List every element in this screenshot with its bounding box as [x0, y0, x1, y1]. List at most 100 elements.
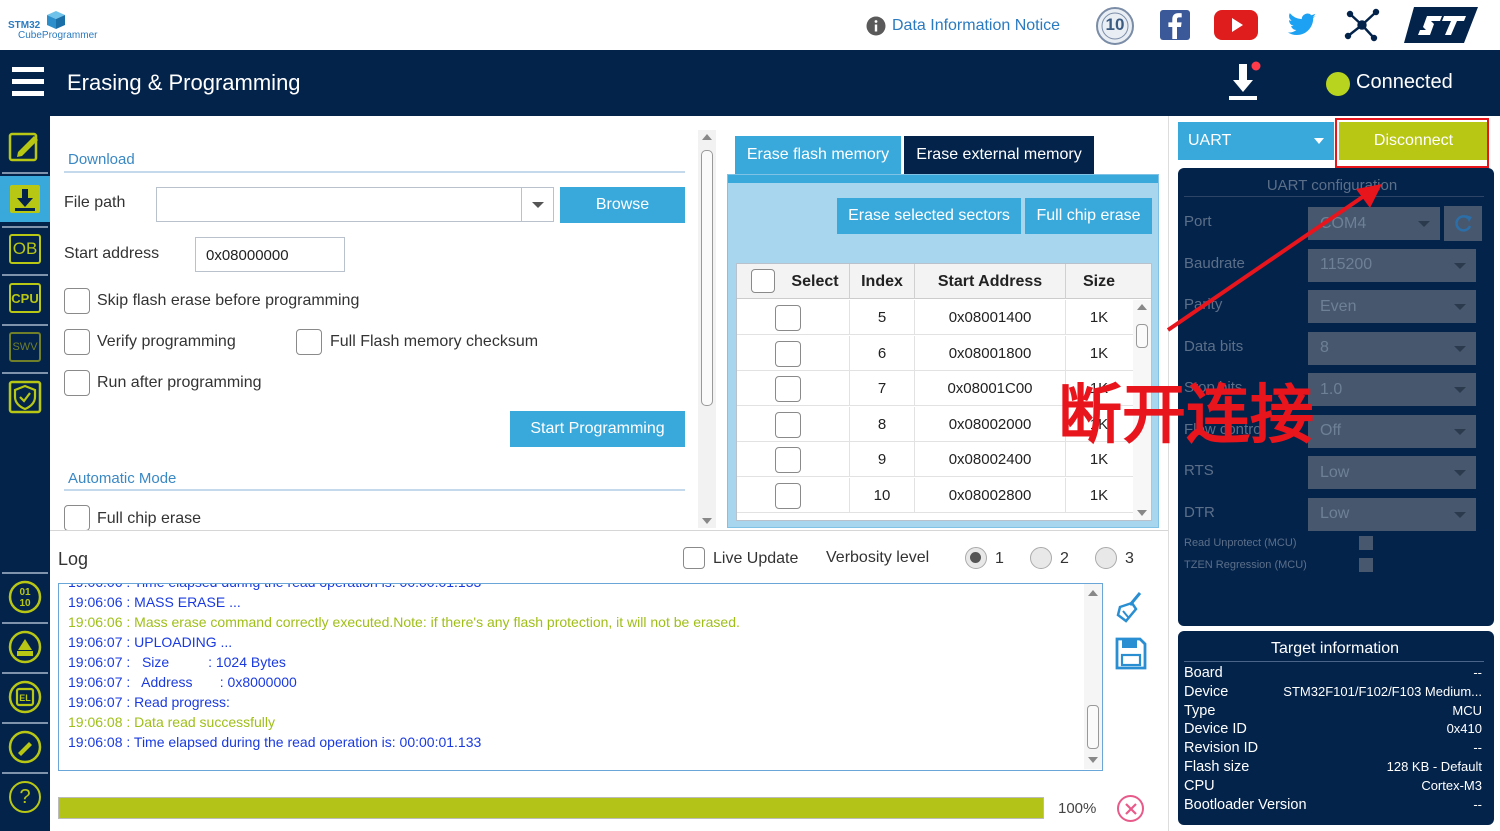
uart-field-select[interactable]: 1.0: [1308, 373, 1476, 406]
twitter-icon[interactable]: [1286, 12, 1318, 40]
option-bytes-nav-button[interactable]: OB: [6, 230, 44, 268]
select-all-checkbox[interactable]: [751, 269, 775, 293]
save-log-button[interactable]: [1114, 635, 1148, 671]
external-loader-nav-button[interactable]: EL: [6, 678, 44, 716]
table-row[interactable]: 10 0x08002800 1K: [737, 477, 1133, 513]
sector-select-checkbox[interactable]: [775, 411, 801, 438]
start-address-value: 0x08000000: [206, 247, 289, 264]
disconnect-annotation-text: 断开连接: [1058, 379, 1314, 453]
scroll-down-icon[interactable]: [1088, 757, 1098, 763]
browse-button[interactable]: Browse: [560, 187, 685, 223]
youtube-icon[interactable]: [1214, 10, 1258, 40]
facebook-icon[interactable]: [1160, 10, 1190, 40]
memory-editing-nav-button[interactable]: [6, 128, 44, 166]
log-output-area[interactable]: 19:06:06 : Time elapsed during the read …: [58, 583, 1103, 771]
security-nav-button[interactable]: [6, 378, 44, 416]
verify-programming-checkbox[interactable]: [64, 329, 90, 355]
file-path-dropdown-button[interactable]: [521, 188, 553, 221]
column-header-index[interactable]: Index: [850, 264, 914, 299]
target-info-row: CPU Cortex-M3: [1184, 778, 1482, 794]
data-information-notice-link[interactable]: Data Information Notice: [866, 15, 1060, 37]
sector-select-checkbox[interactable]: [775, 482, 801, 509]
verbosity-radio-2[interactable]: [1030, 547, 1052, 569]
progress-bar: [58, 797, 1044, 819]
scroll-up-icon[interactable]: [1088, 590, 1098, 596]
swv-nav-button[interactable]: SWV: [6, 328, 44, 366]
tab-erase-external-memory[interactable]: Erase external memory: [904, 136, 1094, 174]
scroll-down-icon[interactable]: [702, 518, 712, 524]
tab-erase-flash-memory[interactable]: Erase flash memory: [735, 136, 901, 174]
sector-index-cell: 10: [873, 486, 891, 504]
tzen-regression-checkbox[interactable]: [1359, 558, 1373, 572]
badge-text: 10: [1105, 15, 1125, 34]
sector-select-checkbox[interactable]: [775, 447, 801, 473]
network-share-icon[interactable]: [1344, 8, 1380, 42]
chevron-down-icon: [532, 202, 544, 208]
target-info-value: STM32F101/F102/F103 Medium...: [1283, 683, 1482, 699]
read-unprotect-checkbox[interactable]: [1359, 536, 1373, 550]
auto-full-chip-erase-checkbox[interactable]: [64, 505, 90, 531]
uart-field-select[interactable]: Low: [1308, 497, 1476, 531]
left-nav-rail: OB CPU SWV 01 10 EL ?: [0, 116, 50, 831]
sector-select-checkbox[interactable]: [775, 305, 801, 331]
scroll-up-icon[interactable]: [702, 134, 712, 140]
firmware-download-icon[interactable]: [1224, 60, 1264, 104]
download-scroll-thumb[interactable]: [701, 150, 713, 406]
log-line: 19:06:08 : Data read successfully: [68, 714, 276, 730]
log-panel: Log Live Update Verbosity level 1 2 3 19…: [50, 530, 1168, 831]
target-info-value: 0x410: [1446, 721, 1482, 737]
hamburger-menu-icon[interactable]: [12, 67, 44, 97]
uart-field-select[interactable]: Off: [1308, 414, 1476, 448]
sector-scroll-thumb[interactable]: [1136, 324, 1148, 348]
live-update-checkbox[interactable]: [683, 547, 705, 569]
cpu-nav-button[interactable]: CPU: [6, 279, 44, 317]
scripting-nav-button[interactable]: [6, 728, 44, 766]
target-info-label: Device ID: [1184, 721, 1247, 738]
column-header-size[interactable]: Size: [1066, 264, 1132, 299]
refresh-ports-button[interactable]: [1444, 206, 1482, 241]
sector-address-cell: 0x08001400: [948, 309, 1032, 326]
automatic-mode-divider: [64, 489, 685, 491]
sector-select-checkbox[interactable]: [775, 376, 801, 402]
file-path-input[interactable]: [156, 187, 554, 222]
log-scroll-thumb[interactable]: [1087, 705, 1099, 749]
column-header-start-address[interactable]: Start Address: [915, 264, 1065, 299]
title-bar: Erasing & Programming Connected: [0, 50, 1500, 116]
scroll-down-icon[interactable]: [1137, 510, 1147, 516]
chevron-down-icon: [1418, 221, 1430, 227]
interface-select[interactable]: UART: [1178, 122, 1334, 160]
start-address-input[interactable]: 0x08000000: [195, 237, 345, 272]
start-programming-button[interactable]: Start Programming: [510, 411, 685, 447]
download-icon: [10, 185, 40, 213]
clear-log-button[interactable]: [1114, 589, 1148, 625]
verbosity-radio-1[interactable]: [965, 547, 987, 569]
download-section-divider: [64, 171, 685, 173]
cancel-operation-button[interactable]: [1117, 795, 1144, 822]
uart-field-select[interactable]: Low: [1308, 456, 1476, 489]
chevron-down-icon: [1454, 428, 1466, 435]
uart-field-value: Low: [1320, 505, 1350, 522]
run-after-programming-label: Run after programming: [97, 374, 262, 391]
table-row[interactable]: 5 0x08001400 1K: [737, 300, 1133, 335]
erase-selected-sectors-button[interactable]: Erase selected sectors: [837, 198, 1021, 234]
sector-index-cell: 9: [877, 451, 887, 468]
skip-flash-erase-checkbox[interactable]: [64, 288, 90, 314]
run-after-programming-checkbox[interactable]: [64, 370, 90, 396]
tzen-regression-label: TZEN Regression (MCU): [1184, 559, 1307, 571]
cube-icon: [47, 11, 65, 29]
st-logo-icon: [1402, 4, 1480, 46]
column-header-select[interactable]: Select: [781, 264, 849, 299]
sector-select-checkbox[interactable]: [775, 340, 801, 367]
verbosity-radio-3[interactable]: [1095, 547, 1117, 569]
erasing-programming-nav-button[interactable]: [0, 176, 50, 222]
chevron-down-icon: [1454, 511, 1466, 518]
log-scrollbar[interactable]: [1084, 584, 1102, 769]
full-flash-checksum-checkbox[interactable]: [296, 329, 322, 355]
help-nav-button[interactable]: ?: [6, 778, 44, 816]
beta-nav-button[interactable]: [6, 628, 44, 666]
scroll-up-icon[interactable]: [1137, 304, 1147, 310]
download-panel-scrollbar[interactable]: [698, 130, 716, 528]
target-info-row: Device ID 0x410: [1184, 721, 1482, 737]
el-01-nav-button[interactable]: 01 10: [6, 578, 44, 616]
full-chip-erase-button[interactable]: Full chip erase: [1025, 198, 1152, 234]
